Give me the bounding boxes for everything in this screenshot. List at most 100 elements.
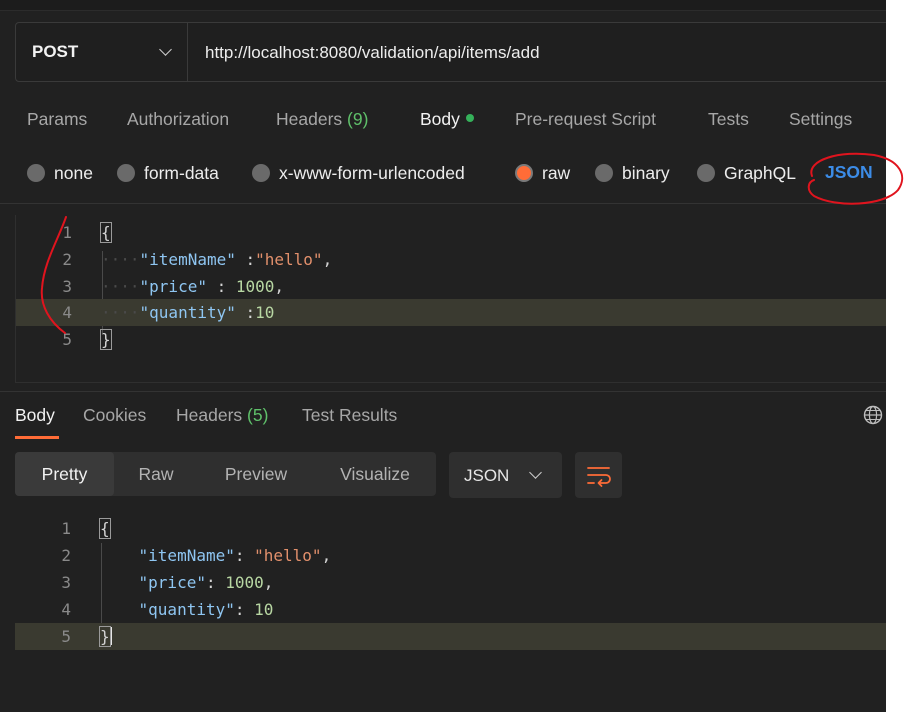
tab-body-label: Body [420, 109, 460, 129]
json-sep: : [205, 573, 226, 592]
divider [0, 391, 886, 392]
radio-circle-icon [697, 164, 715, 182]
tab-pre-request-label: Pre-request Script [515, 109, 657, 129]
radio-x-www-form-urlencoded[interactable]: x-www-form-urlencoded [252, 162, 465, 184]
line-number: 2 [62, 250, 72, 269]
tab-settings[interactable]: Settings [789, 109, 852, 130]
view-mode-raw[interactable]: Raw [114, 452, 198, 496]
line-number: 4 [61, 600, 71, 619]
radio-circle-icon [27, 164, 45, 182]
json-comma: , [263, 573, 274, 592]
code-text: "itemName": "hello", [100, 546, 332, 565]
url-input[interactable] [205, 41, 845, 65]
tab-pre-request-script[interactable]: Pre-request Script [515, 109, 656, 130]
response-tab-test-results[interactable]: Test Results [302, 405, 397, 426]
tab-headers-label: Headers [276, 109, 343, 129]
response-tab-cookies-label: Cookies [83, 405, 147, 425]
response-tab-body[interactable]: Body [15, 405, 55, 426]
code-text: { [100, 222, 112, 243]
code-text: ····"price" : 1000, [101, 277, 285, 296]
radio-circle-icon [117, 164, 135, 182]
json-number-value: 1000 [225, 573, 264, 592]
chevron-down-icon [159, 43, 172, 56]
response-format-select[interactable]: JSON [449, 452, 562, 498]
line-number: 1 [62, 223, 72, 242]
code-text: ····"itemName" :"hello", [101, 250, 333, 269]
response-headers-count-badge: (5) [247, 405, 269, 425]
response-format-label: JSON [464, 466, 510, 485]
tab-authorization[interactable]: Authorization [127, 109, 229, 130]
radio-none[interactable]: none [27, 162, 93, 184]
code-text: { [99, 518, 111, 539]
line-number: 5 [62, 330, 72, 349]
method-select[interactable]: POST [16, 23, 188, 81]
json-key: "quantity" [138, 600, 235, 619]
json-sep: : [234, 546, 255, 565]
json-sep: : [234, 600, 255, 619]
json-number-value: 10 [254, 600, 274, 619]
chevron-down-icon [529, 466, 542, 479]
request-body-editor[interactable]: 1 { 2 ····"itemName" :"hello", 3 ····"pr… [15, 215, 886, 383]
radio-raw[interactable]: raw [515, 162, 570, 184]
globe-icon[interactable] [863, 405, 883, 425]
response-tab-cookies[interactable]: Cookies [83, 405, 146, 426]
radio-none-label: none [54, 162, 93, 183]
code-line: 5 } [16, 326, 886, 353]
json-key: "itemName" [139, 250, 236, 269]
raw-format-select[interactable]: JSON [825, 162, 873, 183]
view-mode-pretty[interactable]: Pretty [15, 452, 114, 496]
active-tab-underline [15, 436, 59, 439]
close-brace: } [100, 329, 112, 350]
json-number-value: 1000 [235, 277, 275, 296]
radio-circle-icon [595, 164, 613, 182]
line-number: 3 [62, 277, 72, 296]
wrap-lines-icon [587, 467, 611, 487]
json-string-value: "hello" [254, 546, 322, 565]
tab-params[interactable]: Params [27, 109, 87, 130]
wrap-lines-button[interactable] [575, 452, 622, 498]
text-cursor [109, 627, 112, 645]
tab-body[interactable]: Body [420, 109, 474, 130]
view-mode-preview[interactable]: Preview [198, 452, 314, 496]
radio-binary[interactable]: binary [595, 162, 670, 184]
tab-tests[interactable]: Tests [708, 109, 749, 130]
code-line: 2 "itemName": "hello", [15, 542, 886, 569]
radio-graphql[interactable]: GraphQL [697, 162, 796, 184]
code-line: 2 ····"itemName" :"hello", [16, 246, 886, 273]
code-text: } [99, 626, 112, 647]
headers-count-badge: (9) [347, 109, 369, 129]
open-brace: { [100, 222, 112, 243]
tab-tests-label: Tests [708, 109, 749, 129]
radio-circle-icon [252, 164, 270, 182]
body-modified-dot-icon [465, 114, 474, 122]
json-string-value: "hello" [255, 250, 323, 269]
code-text: ····"quantity" :10 [101, 303, 275, 322]
view-mode-visualize[interactable]: Visualize [314, 452, 436, 496]
tab-headers[interactable]: Headers (9) [276, 109, 368, 130]
radio-form-data[interactable]: form-data [117, 162, 219, 184]
view-mode-segmented-control: Pretty Raw Preview Visualize [15, 452, 436, 496]
json-key: "quantity" [139, 303, 236, 322]
code-text: "price": 1000, [100, 573, 274, 592]
line-number: 1 [61, 519, 71, 538]
code-text: } [100, 329, 112, 350]
json-comma: , [274, 277, 285, 296]
open-brace: { [99, 518, 111, 539]
code-line-highlighted: 5 } [15, 623, 886, 650]
code-text: "quantity": 10 [100, 600, 274, 619]
code-line: 1 { [16, 219, 886, 246]
response-body-viewer[interactable]: 1 { 2 "itemName": "hello", 3 "price": 10… [15, 515, 886, 665]
radio-checked-icon [515, 164, 533, 182]
tab-params-label: Params [27, 109, 88, 129]
json-comma: , [322, 250, 333, 269]
radio-raw-label: raw [542, 162, 571, 183]
line-number: 4 [62, 303, 72, 322]
line-number: 3 [61, 573, 71, 592]
code-line: 3 ····"price" : 1000, [16, 273, 886, 300]
response-tab-headers[interactable]: Headers (5) [176, 405, 268, 426]
top-strip [0, 0, 886, 11]
json-key: "price" [139, 277, 207, 296]
divider [0, 203, 886, 204]
json-sep: : [206, 277, 236, 296]
json-number-value: 10 [255, 303, 275, 322]
